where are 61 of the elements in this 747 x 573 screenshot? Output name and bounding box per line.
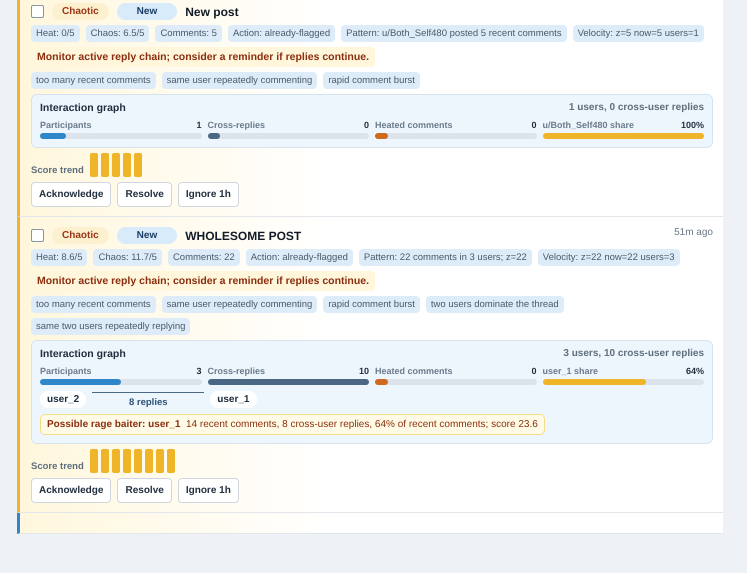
meter-value: 0 bbox=[364, 120, 369, 130]
reason-tag: two users dominate the thread bbox=[426, 296, 564, 313]
meter-label: u/Both_Self480 share bbox=[542, 120, 634, 130]
timestamp: 51m ago bbox=[674, 227, 713, 238]
meter-value: 64% bbox=[686, 366, 704, 376]
stat-chip: Velocity: z=22 now=22 users=3 bbox=[538, 249, 680, 266]
panel-summary: 1 users, 0 cross-user replies bbox=[568, 102, 704, 114]
action-button[interactable]: Acknowledge bbox=[31, 478, 112, 503]
reason-tag: same user repeatedly commenting bbox=[162, 296, 318, 313]
meter-label: Participants bbox=[40, 120, 92, 130]
stat-chip: Comments: 22 bbox=[168, 249, 240, 266]
meter-label: Cross-replies bbox=[208, 120, 266, 130]
stat-chip: Comments: 5 bbox=[155, 25, 222, 42]
reason-tag: same user repeatedly commenting bbox=[162, 72, 318, 89]
meter-label: Participants bbox=[40, 366, 92, 376]
severity-badge: Chaotic bbox=[52, 227, 109, 244]
score-trend-drawing bbox=[90, 153, 142, 177]
meter-label: Heated comments bbox=[375, 366, 453, 376]
post-title[interactable]: WHOLESOME POST bbox=[185, 228, 302, 242]
reason-tag: too many recent comments bbox=[31, 72, 156, 89]
stat-chip: Action: already-flagged bbox=[228, 25, 336, 42]
post-title[interactable]: New post bbox=[185, 4, 239, 18]
meter-value: 10 bbox=[358, 366, 369, 376]
meter-label: Heated comments bbox=[375, 120, 453, 130]
reason-tag: same two users repeatedly replying bbox=[31, 318, 190, 335]
stat-chip: Chaos: 11.7/5 bbox=[93, 249, 162, 266]
reason-tag: rapid comment burst bbox=[323, 72, 420, 89]
reason-tag: too many recent comments bbox=[31, 296, 156, 313]
panel-title: Interaction graph bbox=[40, 102, 126, 114]
stat-chip: Heat: 8.6/5 bbox=[31, 249, 88, 266]
checkbox[interactable] bbox=[31, 5, 44, 18]
action-button[interactable]: Resolve bbox=[117, 478, 172, 503]
stat-chip: Velocity: z=5 now=5 users=1 bbox=[572, 25, 704, 42]
meter-value: 1 bbox=[196, 120, 202, 130]
trend-label: Score trend bbox=[31, 165, 84, 176]
stat-chip: Action: already-flagged bbox=[246, 249, 353, 266]
user-node: user_1 bbox=[210, 391, 256, 408]
checkbox[interactable] bbox=[31, 229, 44, 242]
trend-label: Score trend bbox=[31, 461, 84, 472]
meter-label: Cross-replies bbox=[208, 366, 266, 376]
meter-value: 0 bbox=[531, 366, 536, 376]
rage-baiter-alert: Possible rage baiter: user_1 14 recent comments, 8 cross-user replies, 64% of recent comments; score 23.6 bbox=[40, 414, 545, 435]
meter-label: user_1 share bbox=[542, 366, 598, 376]
user-node: user_2 bbox=[40, 391, 86, 408]
meter-value: 100% bbox=[680, 120, 704, 130]
status-badge: New bbox=[116, 3, 178, 20]
reason-tag: rapid comment burst bbox=[323, 296, 420, 313]
action-button[interactable]: Ignore 1h bbox=[178, 478, 239, 503]
panel-summary: 3 users, 10 cross-user replies bbox=[563, 348, 704, 360]
stat-chip: Heat: 0/5 bbox=[31, 25, 80, 42]
action-button[interactable]: Acknowledge bbox=[31, 182, 112, 207]
meter-value: 0 bbox=[531, 120, 536, 130]
meter-value: 3 bbox=[196, 366, 202, 376]
status-badge: New bbox=[116, 227, 178, 244]
stat-chip: Pattern: 22 comments in 3 users; z=22 bbox=[358, 249, 532, 266]
panel-title: Interaction graph bbox=[40, 348, 126, 360]
action-button[interactable]: Ignore 1h bbox=[178, 182, 239, 207]
severity-badge: Chaotic bbox=[52, 3, 109, 20]
stat-chip: Chaos: 6.5/5 bbox=[86, 25, 150, 42]
stat-chip: Pattern: u/Both_Self480 posted 5 recent comments bbox=[341, 25, 567, 42]
action-button[interactable]: Resolve bbox=[117, 182, 172, 207]
